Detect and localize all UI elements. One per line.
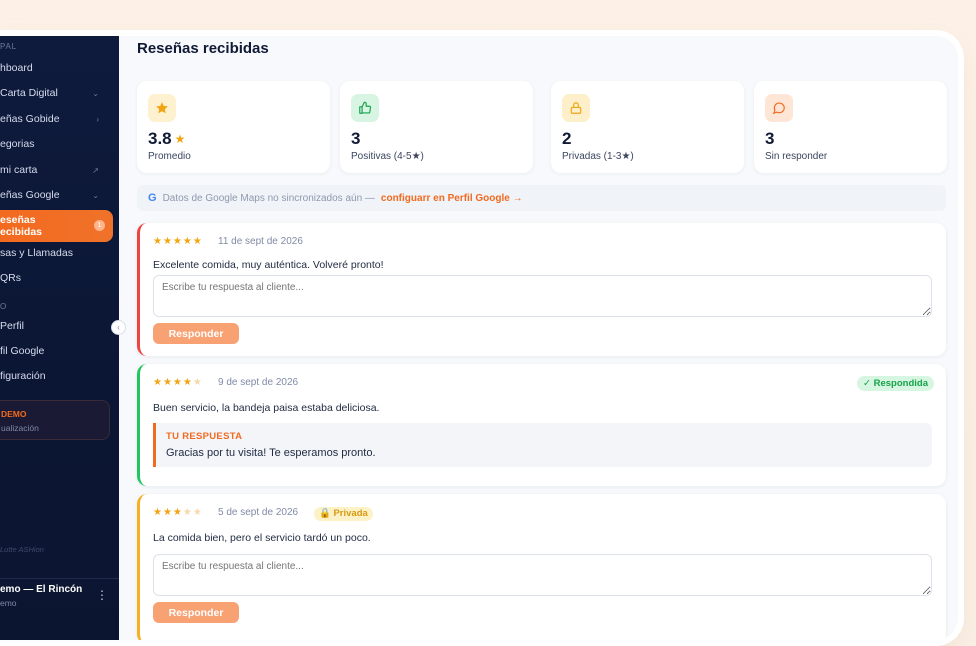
stat-label: Promedio [148,151,191,162]
sidebar-item-resenas-google[interactable]: eñas Google ⌄ [0,184,113,206]
sidebar-item-label: eñas Gobide [0,113,60,125]
sidebar-item-label: hboard [0,62,33,74]
sidebar-item-label: mi carta [0,164,38,176]
stat-card-positivas: 3 Positivas (4-5★) [340,81,533,173]
demo-mode-box[interactable]: DEMO ualización [0,400,110,440]
stat-value: 3 [351,129,361,148]
unread-count-badge: 1 [94,220,105,231]
sidebar-item-ver-mi-carta[interactable]: mi carta ↗ [0,159,113,181]
reply-button[interactable]: Responder [153,323,239,344]
stat-label: Sin responder [765,151,828,162]
sidebar-item-resenas-recibidas[interactable]: eseñas ecibidas 1 [0,210,113,242]
chevron-down-icon: ⌄ [92,190,99,200]
configure-google-link[interactable]: configuarr en Perfil Google → [381,193,523,204]
sidebar-faded-tag: Lutte ASHion [0,545,44,554]
stat-card-privadas: 2 Privadas (1-3★) [551,81,744,173]
sidebar-item-label: Perfil [0,320,24,332]
sidebar-item-configuracion[interactable]: figuración [0,365,113,387]
sidebar: PAL hboard Carta Digital ⌄ eñas Gobide ›… [0,36,119,640]
user-role: emo [0,598,17,608]
user-name: emo — El Rincón [0,584,83,595]
sidebar-section-main: PAL [0,42,17,51]
stat-value: 3 [765,129,775,148]
google-icon: G [148,192,157,204]
star-rating: ★★★★★ [153,236,203,247]
star-rating: ★★★★★ [153,377,203,388]
sidebar-item-resenas-gobide[interactable]: eñas Gobide › [0,108,113,130]
review-date: 5 de sept de 2026 [218,507,299,518]
sidebar-item-label: eñas Google [0,189,60,201]
google-sync-notice: G Datos de Google Maps no sincronizados … [137,185,946,211]
star-rating: ★★★★★ [153,507,203,518]
star-icon [148,94,176,122]
review-date: 11 de sept de 2026 [218,236,303,247]
google-notice-text: Datos de Google Maps no sincronizados aú… [162,192,375,204]
sidebar-item-carta-digital[interactable]: Carta Digital ⌄ [0,82,113,104]
review-date: 9 de sept de 2026 [218,377,299,388]
review-card: ★★★★★ 11 de sept de 2026 Excelente comid… [137,223,946,356]
status-badge: ✓ Respondida [857,376,934,391]
review-card: ★★★★★ 9 de sept de 2026 ✓ Respondida Bue… [137,364,946,486]
sidebar-item-perfil[interactable]: Perfil [0,315,113,337]
private-badge: 🔒 Privada [314,507,373,521]
demo-subtitle: ualización [1,423,39,433]
sidebar-divider [0,578,119,579]
stat-value: 3.8 [148,129,172,148]
sidebar-item-label: eseñas ecibidas [0,214,43,238]
review-text: Buen servicio, la bandeja paisa estaba d… [153,402,380,414]
reply-input[interactable] [153,275,932,317]
sidebar-item-label: Carta Digital [0,87,58,99]
sidebar-section-account: O [0,302,8,311]
star-icon: ★ [174,132,186,146]
reply-button[interactable]: Responder [153,602,239,623]
stat-label: Positivas (4-5★) [351,151,424,162]
sidebar-item-label: egorias [0,138,35,150]
sidebar-item-label: fil Google [0,345,45,357]
page-title: Reseñas recibidas [137,40,269,57]
external-link-icon: ↗ [92,165,99,175]
sidebar-item-label: figuración [0,370,46,382]
chat-bubble-icon [765,94,793,122]
reply-input[interactable] [153,554,932,596]
sidebar-item-qrs[interactable]: QRs [0,267,113,289]
thumbs-up-icon [351,94,379,122]
sidebar-item-label: QRs [0,272,21,284]
answer-text: Gracias por tu visita! Te esperamos pron… [166,447,376,459]
lock-icon [562,94,590,122]
more-options-icon[interactable]: ⋮ [96,588,108,602]
chevron-down-icon: ⌄ [92,88,99,98]
sidebar-item-label: sas y Llamadas [0,247,73,259]
stat-card-sin-responder: 3 Sin responder [754,81,947,173]
answer-label: TU RESPUESTA [166,431,243,442]
app-window: PAL hboard Carta Digital ⌄ eñas Gobide ›… [0,36,958,640]
sidebar-item-dashboard[interactable]: hboard [0,57,113,79]
stat-value: 2 [562,129,572,148]
main-content: Reseñas recibidas 3.8 ★ Promedio 3 Positi… [119,36,958,640]
demo-title: DEMO [1,409,27,419]
sidebar-item-perfil-google[interactable]: fil Google [0,340,113,362]
sidebar-item-categorias[interactable]: egorias [0,133,113,155]
chevron-right-icon: › [96,114,99,124]
stat-label: Privadas (1-3★) [562,151,634,162]
review-text: Excelente comida, muy auténtica. Volveré… [153,259,384,271]
review-text: La comida bien, pero el servicio tardó u… [153,532,371,544]
owner-answer: TU RESPUESTA Gracias por tu visita! Te e… [153,423,932,467]
sidebar-item-reservas-llamadas[interactable]: sas y Llamadas [0,242,113,264]
stat-card-promedio: 3.8 ★ Promedio [137,81,330,173]
review-card: ★★★★★ 5 de sept de 2026 🔒 Privada La com… [137,494,946,640]
